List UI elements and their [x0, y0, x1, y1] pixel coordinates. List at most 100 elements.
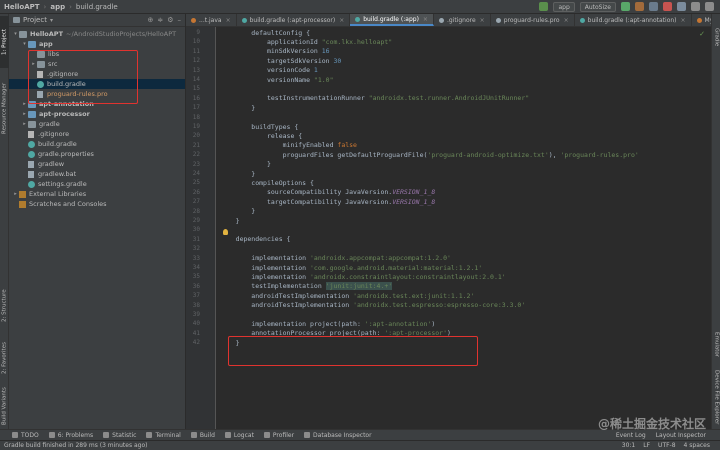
bottom-tool-build[interactable]: Build	[190, 432, 215, 439]
collapse-all-icon[interactable]: ≑	[157, 16, 163, 24]
tree-item[interactable]: build.gradle	[9, 139, 185, 149]
editor-tab[interactable]: ...t.java ×	[186, 14, 237, 26]
debug-icon[interactable]	[635, 2, 644, 11]
sync-icon[interactable]	[677, 2, 686, 11]
sdk-manager-icon[interactable]	[691, 2, 700, 11]
line-number: 23	[192, 160, 200, 168]
bottom-tool-layout-inspector[interactable]: Layout Inspector	[656, 432, 706, 439]
status-message[interactable]: Gradle build finished in 289 ms (3 minut…	[4, 442, 147, 449]
line-number: 40	[192, 320, 200, 328]
close-icon[interactable]: ×	[339, 17, 344, 24]
breadcrumb-module[interactable]: app	[50, 3, 65, 11]
close-icon[interactable]: ×	[564, 17, 569, 24]
code-line[interactable]: versionName "1.0"	[220, 75, 334, 85]
tool-tab-gradle[interactable]: Gradle	[712, 20, 720, 54]
line-number: 15	[192, 85, 200, 93]
line-number: 17	[192, 104, 200, 112]
tree-item[interactable]: .gitignore	[9, 129, 185, 139]
tree-item[interactable]: ▸ External Libraries	[9, 189, 185, 199]
editor-tab[interactable]: MyProcessor.java×	[692, 14, 711, 26]
code-line[interactable]: }	[220, 103, 255, 113]
line-number: 25	[192, 179, 200, 187]
bottom-tool-event-log[interactable]: Event Log	[616, 432, 646, 439]
line-number: 22	[192, 151, 200, 159]
hide-icon[interactable]: –	[178, 16, 182, 24]
tree-item[interactable]: ▸ gradle	[9, 119, 185, 129]
bottom-tool-logcat[interactable]: Logcat	[224, 432, 254, 439]
tree-item[interactable]: settings.gradle	[9, 179, 185, 189]
close-icon[interactable]: ×	[226, 17, 231, 24]
code-editor[interactable]: 9 10 11 12 13 14 15 16 17 18 19 20 21 22 23 24 25 26 27 28 2…	[186, 27, 711, 429]
bottom-tool-terminal[interactable]: Terminal	[146, 432, 181, 439]
editor-tab[interactable]: build.gradle (:app) ×	[350, 14, 434, 26]
lightbulb-icon[interactable]	[223, 229, 228, 235]
editor-tab-label: proguard-rules.pro	[503, 16, 560, 24]
code-line[interactable]: dependencies {	[220, 234, 291, 244]
chevron-down-icon[interactable]: ▾	[50, 17, 53, 24]
bottom-tools-right: Event Log Layout Inspector	[616, 432, 720, 439]
chevron-right-icon[interactable]: ▸	[21, 99, 28, 109]
stop-icon[interactable]	[663, 2, 672, 11]
code-line[interactable]: androidTestImplementation 'androidx.test…	[220, 300, 525, 310]
no-problems-check-icon: ✓	[699, 30, 705, 38]
bottom-tool-statistic[interactable]: Statistic	[103, 432, 136, 439]
project-panel-title[interactable]: Project	[23, 16, 47, 24]
bottom-tool-todo[interactable]: TODO	[12, 432, 39, 439]
breadcrumb-project[interactable]: HelloAPT	[4, 3, 40, 11]
tree-item[interactable]: gradle.properties	[9, 149, 185, 159]
statistic-icon	[103, 432, 110, 438]
code-line[interactable]: proguardFiles getDefaultProguardFile('pr…	[220, 150, 639, 160]
close-icon[interactable]: ×	[480, 17, 485, 24]
close-icon[interactable]: ×	[423, 16, 428, 23]
editor-tab[interactable]: proguard-rules.pro ×	[491, 14, 575, 26]
file-encoding[interactable]: UTF-8	[658, 442, 676, 449]
line-number: 20	[192, 132, 200, 140]
tool-tab-build-variants[interactable]: Build Variants	[0, 384, 9, 428]
close-icon[interactable]: ×	[681, 17, 686, 24]
search-icon[interactable]	[705, 2, 714, 11]
tool-tab-structure[interactable]: 2: Structure	[0, 284, 9, 328]
editor-tab[interactable]: build.gradle (:apt-annotation) ×	[575, 14, 692, 26]
chevron-down-icon[interactable]: ▾	[21, 39, 28, 49]
indent-setting[interactable]: 4 spaces	[684, 442, 710, 449]
device-select[interactable]: AutoSize	[579, 1, 616, 12]
file-type-icon	[355, 16, 361, 22]
tool-tab-project[interactable]: 1: Project	[0, 16, 9, 68]
code-line[interactable]: testInstrumentationRunner "androidx.test…	[220, 93, 529, 103]
editor-tab[interactable]: build.gradle (:apt-processor) ×	[237, 14, 351, 26]
module-folder-icon	[28, 40, 36, 48]
profile-icon[interactable]	[649, 2, 658, 11]
line-number: 14	[192, 76, 200, 83]
chevron-right-icon[interactable]: ▸	[21, 119, 28, 129]
tree-item[interactable]: Scratches and Consoles	[9, 199, 185, 209]
tool-tab-device-file-explorer[interactable]: Device File Explorer	[712, 366, 720, 428]
breadcrumb-file[interactable]: build.gradle	[76, 3, 118, 11]
bottom-tool-6-problems[interactable]: 6: Problems	[48, 432, 93, 439]
tree-item[interactable]: ▾ HelloAPT ~/AndroidStudioProjects/HelloAP…	[9, 29, 185, 39]
tree-item[interactable]: ▸ apt-processor	[9, 109, 185, 119]
bottom-tool-database-inspector[interactable]: Database Inspector	[304, 432, 372, 439]
code-line[interactable]: }	[220, 216, 240, 226]
chevron-down-icon[interactable]: ▾	[12, 29, 19, 39]
chevron-right-icon[interactable]: ▸	[21, 109, 28, 119]
locate-icon[interactable]: ⊕	[147, 16, 153, 24]
tree-item[interactable]: ▾ app	[9, 39, 185, 49]
tool-tab-emulator[interactable]: Emulator	[712, 324, 720, 364]
highlight-box-apt-dependencies	[228, 336, 478, 366]
file-type-icon	[495, 17, 501, 23]
module-folder-icon	[28, 110, 36, 118]
bottom-tool-profiler[interactable]: Profiler	[263, 432, 294, 439]
hammer-icon[interactable]	[539, 2, 549, 11]
editor-tab[interactable]: .gitignore ×	[434, 14, 491, 26]
gradle-file-icon	[28, 140, 35, 148]
chevron-right-icon[interactable]: ▸	[12, 189, 19, 199]
tree-item[interactable]: gradlew	[9, 159, 185, 169]
tool-tab-favorites[interactable]: 2: Favorites	[0, 336, 9, 380]
line-separator[interactable]: LF	[643, 442, 650, 449]
run-config-select[interactable]: app	[553, 1, 575, 12]
tree-item[interactable]: gradlew.bat	[9, 169, 185, 179]
gear-icon[interactable]: ⚙	[167, 16, 173, 24]
run-icon[interactable]	[621, 2, 630, 11]
caret-position[interactable]: 30:1	[622, 442, 635, 449]
tool-tab-resource-manager[interactable]: Resource Manager	[0, 76, 9, 140]
